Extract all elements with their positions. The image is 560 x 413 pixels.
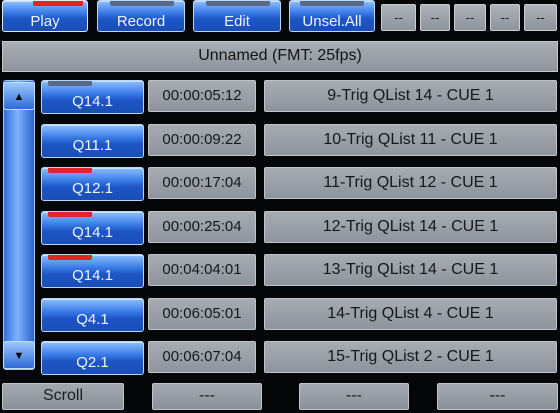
- record-label: Record: [116, 13, 166, 30]
- cue-number-label: Q12.1: [72, 180, 113, 197]
- cue-number-button[interactable]: Q2.1: [41, 341, 144, 375]
- cue-name[interactable]: 11-Trig QList 12 - CUE 1: [264, 167, 557, 199]
- cue-flag: [48, 212, 92, 217]
- scroll-mode-button[interactable]: Scroll: [2, 383, 124, 410]
- cue-flag: [48, 81, 92, 86]
- show-status-bar: Unnamed (FMT: 25fps): [2, 41, 558, 72]
- cue-number-button[interactable]: Q14.1: [41, 211, 144, 245]
- scroll-up-button[interactable]: ▲: [3, 82, 35, 110]
- bottom-slot-2[interactable]: ---: [299, 383, 409, 410]
- toolbar-slot-3[interactable]: --: [454, 4, 486, 31]
- triangle-down-icon: ▼: [13, 350, 25, 362]
- cue-name[interactable]: 10-Trig QList 11 - CUE 1: [264, 124, 557, 156]
- cue-timecode[interactable]: 00:04:04:01: [148, 254, 256, 286]
- play-label: Play: [30, 13, 60, 30]
- cue-name[interactable]: 15-Trig QList 2 - CUE 1: [264, 341, 557, 373]
- toolbar-slot-2[interactable]: --: [420, 4, 450, 31]
- cue-number-button[interactable]: Q12.1: [41, 167, 144, 201]
- cue-number-button[interactable]: Q14.1: [41, 254, 144, 288]
- cue-timecode[interactable]: 00:06:05:01: [148, 298, 256, 330]
- cue-flag: [48, 168, 92, 173]
- cue-name[interactable]: 13-Trig QList 14 - CUE 1: [264, 254, 557, 286]
- cue-list-scrollbar[interactable]: [3, 80, 35, 370]
- cue-timecode[interactable]: 00:00:05:12: [148, 80, 256, 112]
- bottom-slot-3[interactable]: ---: [437, 383, 558, 410]
- cue-number-label: Q14.1: [72, 93, 113, 110]
- bottom-slot-1[interactable]: ---: [152, 383, 262, 410]
- record-button[interactable]: Record: [97, 0, 185, 32]
- cue-number-label: Q4.1: [76, 311, 109, 328]
- scroll-down-button[interactable]: ▼: [3, 341, 35, 369]
- edit-label: Edit: [224, 13, 250, 30]
- cue-name[interactable]: 14-Trig QList 4 - CUE 1: [264, 298, 557, 330]
- edit-button[interactable]: Edit: [193, 0, 281, 32]
- toolbar-slot-1[interactable]: --: [381, 4, 416, 31]
- toolbar-slot-5[interactable]: --: [524, 4, 557, 31]
- cue-number-label: Q2.1: [76, 354, 109, 371]
- triangle-up-icon: ▲: [13, 91, 25, 103]
- cue-number-label: Q14.1: [72, 267, 113, 284]
- cue-number-button[interactable]: Q4.1: [41, 298, 144, 332]
- cue-flag: [48, 255, 92, 260]
- cue-name[interactable]: 12-Trig QList 14 - CUE 1: [264, 211, 557, 243]
- cue-number-label: Q11.1: [72, 137, 113, 154]
- unselect-all-button[interactable]: Unsel.All: [289, 0, 375, 32]
- cue-timecode[interactable]: 00:06:07:04: [148, 341, 256, 373]
- cue-number-label: Q14.1: [72, 224, 113, 241]
- cue-timecode[interactable]: 00:00:25:04: [148, 211, 256, 243]
- cue-timecode[interactable]: 00:00:17:04: [148, 167, 256, 199]
- cue-name[interactable]: 9-Trig QList 14 - CUE 1: [264, 80, 557, 112]
- cue-timecode[interactable]: 00:00:09:22: [148, 124, 256, 156]
- play-button[interactable]: Play: [2, 0, 88, 32]
- toolbar-slot-4[interactable]: --: [490, 4, 520, 31]
- cue-number-button[interactable]: Q14.1: [41, 80, 144, 114]
- unselect-all-label: Unsel.All: [302, 13, 362, 30]
- cue-number-button[interactable]: Q11.1: [41, 124, 144, 158]
